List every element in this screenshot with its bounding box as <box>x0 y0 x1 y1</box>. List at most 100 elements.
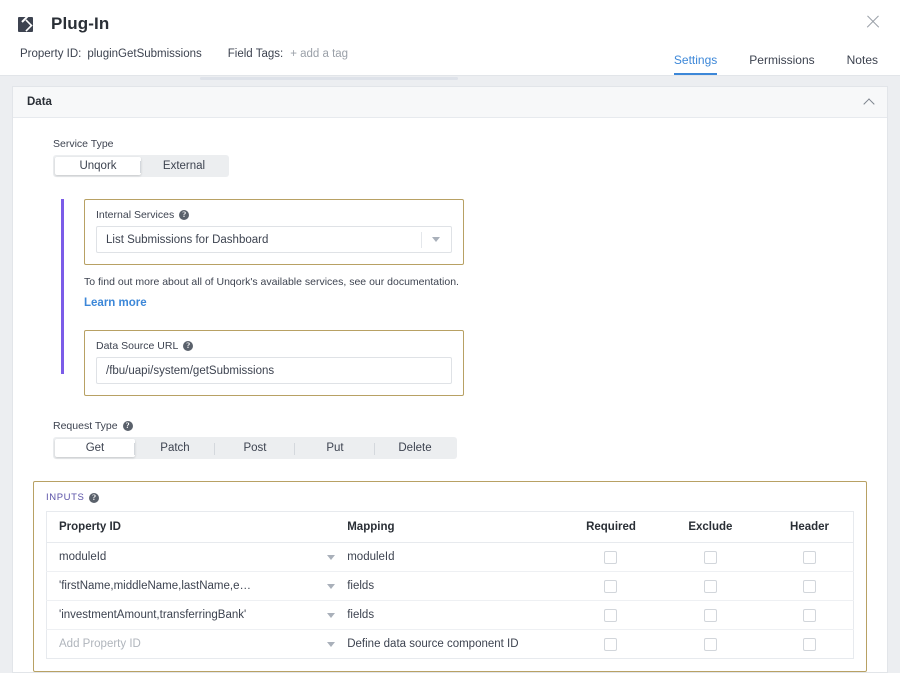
required-checkbox-cell <box>555 542 655 572</box>
help-icon[interactable]: ? <box>89 492 100 503</box>
property-id-select[interactable]: 'investmentAmount,transferringBank' <box>46 600 336 630</box>
request-type-option-put[interactable]: Put <box>294 439 375 457</box>
property-id-select[interactable]: 'firstName,middleName,lastName,email,da… <box>46 571 336 601</box>
property-id-select[interactable]: moduleId <box>46 542 336 572</box>
property-id-label: Property ID: <box>20 48 82 60</box>
request-type-option-patch[interactable]: Patch <box>134 439 215 457</box>
header-checkbox[interactable] <box>803 637 817 651</box>
chevron-down-icon[interactable] <box>327 554 336 560</box>
tab-bar: Settings Permissions Notes <box>673 41 878 75</box>
service-type-option-external[interactable]: External <box>140 157 227 175</box>
data-source-url-box: Data Source URL ? /fbu/uapi/system/getSu… <box>84 330 464 396</box>
data-panel-title: Data <box>27 96 52 108</box>
service-type-label-row: Service Type <box>53 138 887 150</box>
header-checkbox[interactable] <box>803 550 817 564</box>
request-type-option-delete[interactable]: Delete <box>374 439 455 457</box>
internal-services-select[interactable]: List Submissions for Dashboard <box>96 226 452 253</box>
add-tag-button[interactable]: + add a tag <box>290 48 348 60</box>
mapping-input[interactable]: fields <box>335 571 556 601</box>
chevron-down-icon[interactable] <box>327 612 336 618</box>
mapping-input[interactable]: fields <box>335 600 556 630</box>
chevron-down-icon[interactable] <box>327 583 336 589</box>
column-header-required: Required <box>555 511 655 543</box>
inputs-panel: INPUTS ? Property ID Mapping Required Ex… <box>33 481 867 672</box>
mapping-input[interactable]: moduleId <box>335 542 556 572</box>
page-title: Plug-In <box>51 14 110 33</box>
exclude-checkbox[interactable] <box>703 550 717 564</box>
chevron-down-icon[interactable] <box>327 641 336 647</box>
tab-permissions[interactable]: Permissions <box>749 54 814 75</box>
request-type-option-get[interactable]: Get <box>55 439 135 457</box>
service-type-toggle: Unqork External <box>53 155 229 177</box>
property-id-value: 'investmentAmount,transferringBank' <box>59 609 247 621</box>
request-type-field: Request Type ? Get Patch Post Put Delete <box>13 420 887 459</box>
table-row: 'firstName,middleName,lastName,email,da…… <box>46 571 854 601</box>
property-id-select-empty[interactable]: Add Property ID <box>47 630 336 659</box>
exclude-checkbox-cell <box>654 600 755 630</box>
inputs-legend: INPUTS <box>46 492 85 503</box>
request-type-label-row: Request Type ? <box>53 420 887 432</box>
help-icon[interactable]: ? <box>122 421 133 431</box>
inputs-table: Property ID Mapping Required Exclude Hea… <box>46 511 854 659</box>
service-type-field: Service Type Unqork External <box>13 138 887 177</box>
inputs-legend-row: INPUTS ? <box>46 492 854 503</box>
chevron-up-icon[interactable] <box>863 98 875 110</box>
column-header-header: Header <box>754 511 854 543</box>
internal-services-value: List Submissions for Dashboard <box>106 233 269 246</box>
field-tags-label: Field Tags: <box>227 48 284 60</box>
data-source-url-label: Data Source URL <box>96 340 179 352</box>
required-checkbox[interactable] <box>604 637 618 651</box>
data-source-url-input[interactable]: /fbu/uapi/system/getSubmissions <box>96 357 452 384</box>
column-header-mapping: Mapping <box>335 511 556 543</box>
highlighted-settings-region: Internal Services ? List Submissions for… <box>13 199 887 396</box>
required-checkbox[interactable] <box>604 608 618 622</box>
required-checkbox-cell <box>555 600 655 630</box>
inputs-table-head: Property ID Mapping Required Exclude Hea… <box>46 511 854 543</box>
inputs-table-header-row: Property ID Mapping Required Exclude Hea… <box>46 511 854 543</box>
modal-header: Plug-In Property ID: pluginGetSubmission… <box>0 0 900 76</box>
data-source-url-value: /fbu/uapi/system/getSubmissions <box>106 364 275 377</box>
header-checkbox[interactable] <box>803 608 817 622</box>
service-type-option-unqork[interactable]: Unqork <box>55 157 141 175</box>
data-panel: Data Service Type Unqork External Intern… <box>12 86 888 673</box>
table-row: 'investmentAmount,transferringBank' fiel… <box>46 600 854 630</box>
exclude-checkbox-cell <box>655 630 754 659</box>
required-checkbox[interactable] <box>604 550 618 564</box>
services-helper-text: To find out more about all of Unqork's a… <box>84 276 459 288</box>
mapping-input-empty[interactable]: Define data source component ID <box>335 630 555 659</box>
request-type-label: Request Type <box>53 420 118 432</box>
exclude-checkbox[interactable] <box>703 637 717 651</box>
property-id-value: moduleId <box>59 551 107 563</box>
request-type-option-post[interactable]: Post <box>214 439 295 457</box>
chevron-down-icon[interactable] <box>421 227 451 252</box>
scrolled-content-remnant <box>0 76 900 86</box>
request-type-toggle: Get Patch Post Put Delete <box>53 437 457 459</box>
exclude-checkbox[interactable] <box>703 608 717 622</box>
help-icon[interactable]: ? <box>183 341 194 351</box>
header-checkbox-cell <box>754 571 854 601</box>
property-id-placeholder: Add Property ID <box>59 638 141 650</box>
data-panel-header[interactable]: Data <box>13 87 887 118</box>
tab-settings[interactable]: Settings <box>673 54 718 75</box>
help-icon[interactable]: ? <box>179 210 190 220</box>
required-checkbox[interactable] <box>604 579 618 593</box>
tab-notes[interactable]: Notes <box>847 54 878 75</box>
internal-services-label-row: Internal Services ? <box>96 209 452 221</box>
title-row: Plug-In <box>0 0 900 36</box>
table-row: moduleId moduleId <box>46 542 854 572</box>
column-header-property-id: Property ID <box>46 511 336 543</box>
learn-more-link[interactable]: Learn more <box>84 297 147 309</box>
accent-bar <box>61 199 64 374</box>
close-icon[interactable] <box>864 13 882 31</box>
property-id-value: 'firstName,middleName,lastName,email,da… <box>59 580 259 592</box>
header-checkbox-cell <box>754 630 853 659</box>
column-header-exclude: Exclude <box>654 511 755 543</box>
header-checkbox[interactable] <box>803 579 817 593</box>
exclude-checkbox-cell <box>654 542 755 572</box>
exclude-checkbox-cell <box>654 571 755 601</box>
required-checkbox-cell <box>555 571 655 601</box>
data-source-url-label-row: Data Source URL ? <box>96 340 452 352</box>
exclude-checkbox[interactable] <box>703 579 717 593</box>
required-checkbox-cell <box>555 630 654 659</box>
header-checkbox-cell <box>754 542 854 572</box>
